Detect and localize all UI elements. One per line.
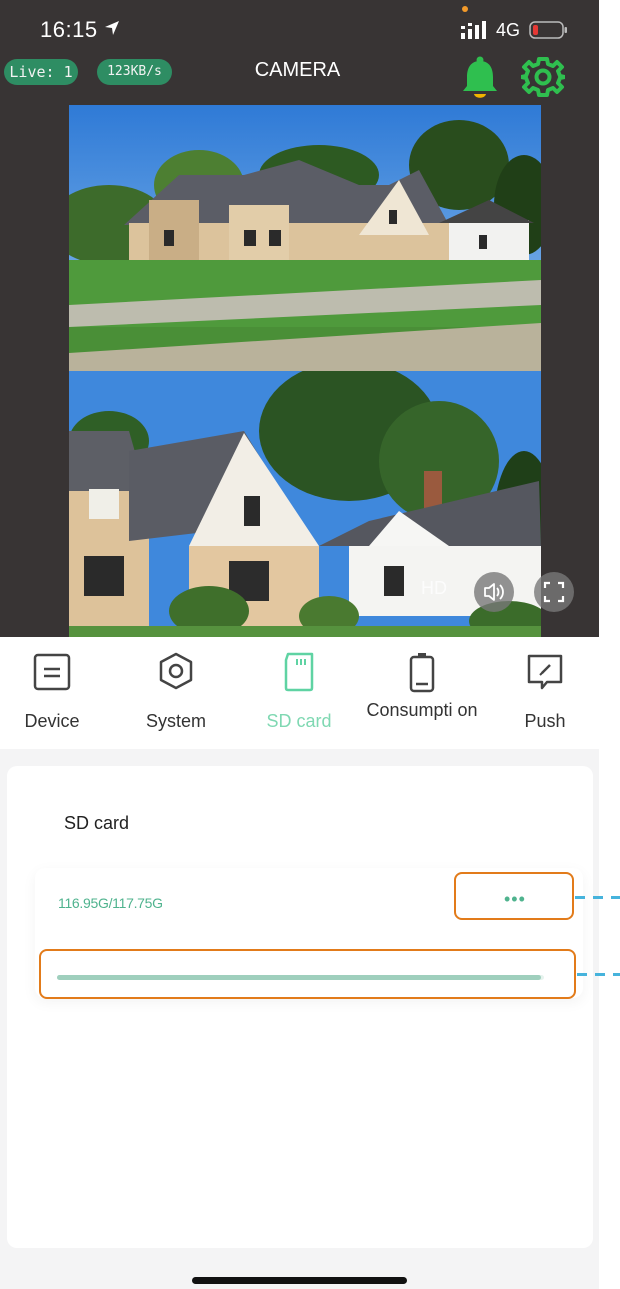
tab-consumption-label: Consumpti on [366, 700, 478, 720]
battery-low-icon [529, 20, 569, 45]
sd-card-panel: SD card 116.95G/117.75G ••• [7, 766, 593, 1248]
speaker-icon [484, 583, 504, 601]
network-label: 4G [496, 20, 521, 40]
page-title: CAMERA [254, 59, 341, 81]
sd-card-title: SD card [64, 813, 130, 833]
tab-system[interactable]: System [116, 637, 236, 749]
device-icon [33, 653, 71, 691]
gear-icon[interactable] [519, 54, 567, 105]
more-options-button[interactable]: ••• [454, 872, 574, 920]
sd-card-info: 116.95G/117.75G ••• [35, 868, 583, 999]
storage-usage-highlight [39, 949, 576, 999]
storage-usage-bar [57, 975, 544, 980]
storage-usage-fill [57, 975, 541, 980]
tab-device-label: Device [24, 711, 80, 731]
tab-push-label: Push [524, 711, 566, 731]
bell-icon[interactable] [458, 55, 502, 106]
fullscreen-icon [543, 581, 565, 603]
push-icon [527, 654, 563, 690]
camera-top-area: 16:15 4G Live: 1 123KB/s CAMERA HD [0, 0, 599, 637]
hd-quality-toggle[interactable]: HD [421, 578, 447, 599]
live-count-badge: Live: 1 [4, 59, 78, 85]
tab-device[interactable]: Device [0, 637, 112, 749]
home-indicator[interactable] [192, 1277, 407, 1284]
sd-capacity-text: 116.95G/117.75G [58, 895, 163, 911]
camera-feed-1[interactable] [69, 105, 541, 371]
bitrate-badge: 123KB/s [97, 59, 172, 85]
signal-icon [461, 21, 489, 44]
callout-line-bar [577, 973, 620, 976]
battery-icon [409, 653, 435, 693]
sd-card-icon [284, 652, 314, 692]
callout-line-more [575, 896, 620, 899]
system-icon [159, 652, 193, 690]
tab-consumption[interactable]: Consumpti on [362, 637, 482, 749]
status-time: 16:15 [40, 17, 98, 42]
location-arrow-icon [103, 19, 121, 42]
tab-push[interactable]: Push [485, 637, 605, 749]
app-screen: 16:15 4G Live: 1 123KB/s CAMERA HD Devic… [0, 0, 599, 1289]
more-dots-icon: ••• [504, 889, 526, 909]
fullscreen-button[interactable] [534, 572, 574, 612]
settings-tab-bar: Device System SD card Consumpti on Push [0, 637, 599, 749]
tab-sd-card-label: SD card [266, 711, 332, 731]
tab-system-label: System [145, 711, 206, 731]
tab-sd-card[interactable]: SD card [239, 637, 359, 749]
camera-feed-2[interactable] [69, 371, 541, 637]
speaker-button[interactable] [474, 572, 514, 612]
camera-in-use-dot [462, 6, 468, 12]
